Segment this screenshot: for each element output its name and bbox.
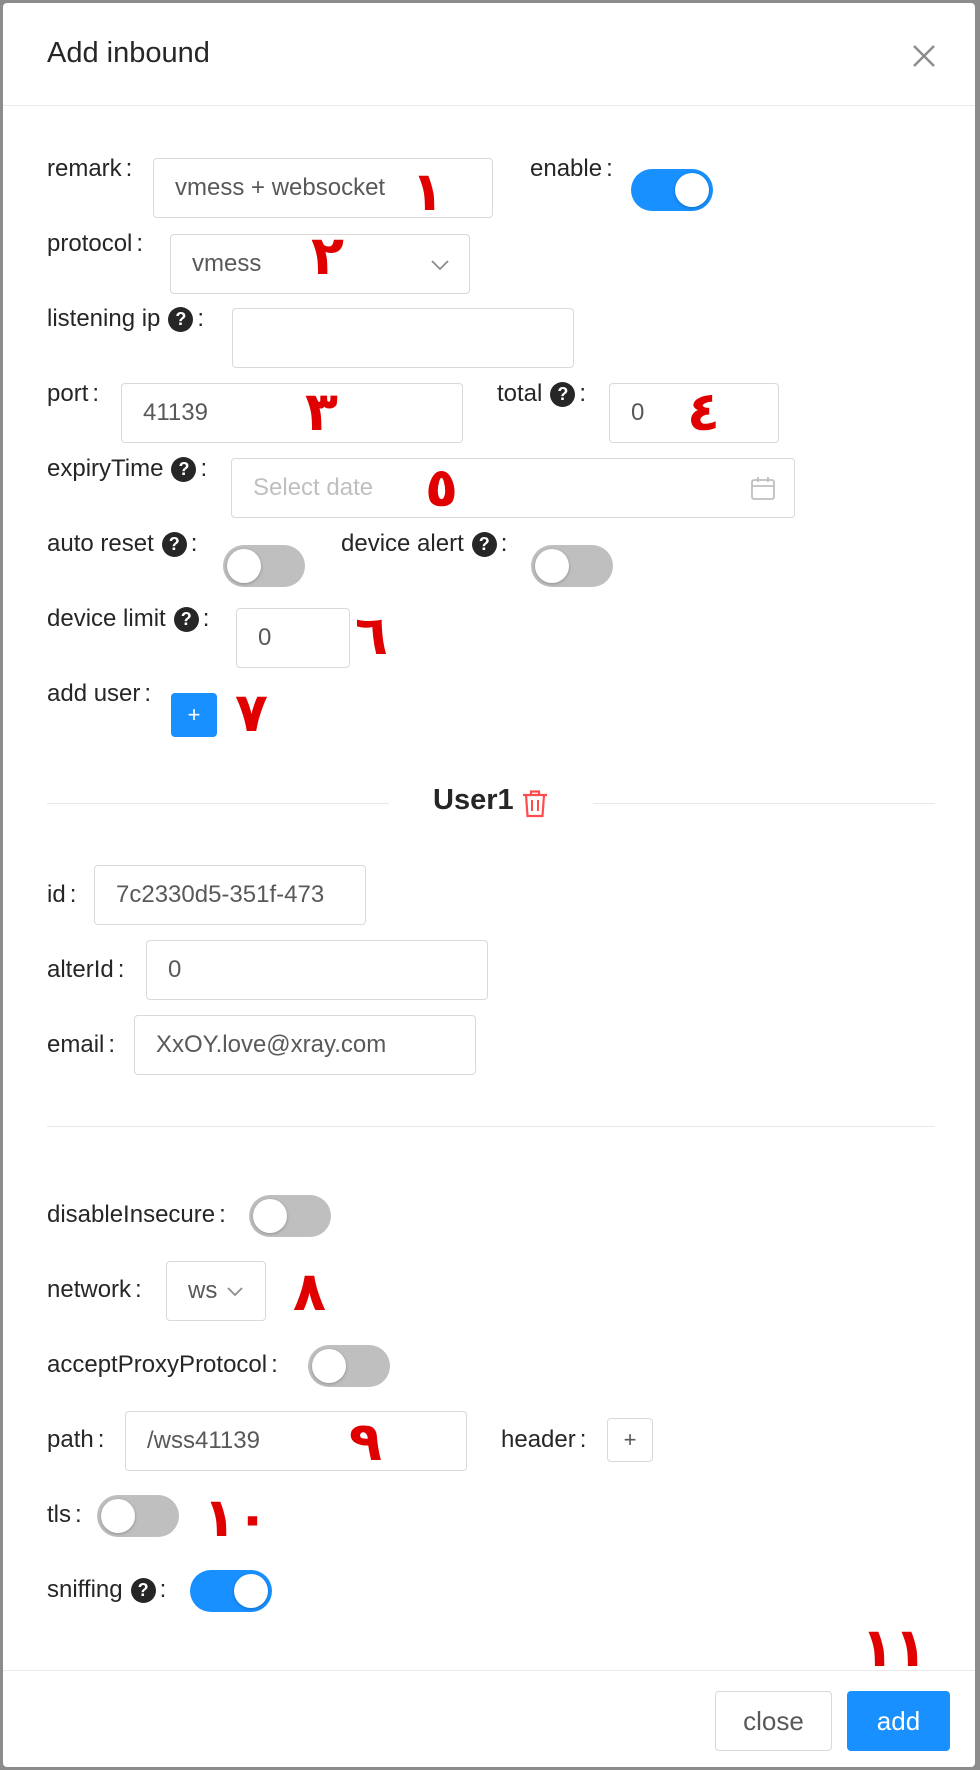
auto-reset-switch[interactable]	[223, 545, 305, 587]
add-inbound-modal: Add inbound remark: vmess + websocket en…	[3, 3, 975, 1767]
disable-insecure-switch[interactable]	[249, 1195, 331, 1237]
modal-header: Add inbound	[3, 3, 975, 106]
question-icon: ?	[550, 381, 576, 407]
close-icon[interactable]	[909, 41, 939, 71]
divider	[47, 1126, 935, 1127]
enable-label: enable:	[530, 155, 613, 182]
divider	[47, 803, 389, 804]
user-id-input[interactable]: 7c2330d5-351f-473	[94, 865, 366, 925]
accept-proxy-protocol-label: acceptProxyProtocol:	[47, 1351, 278, 1378]
question-icon: ?	[173, 606, 199, 632]
question-icon: ?	[171, 456, 197, 482]
listening-ip-label: listening ip?:	[47, 305, 205, 332]
alter-id-label: alterId:	[47, 956, 125, 983]
device-limit-input[interactable]: 0	[236, 608, 350, 668]
device-limit-label: device limit?:	[47, 605, 210, 632]
email-input[interactable]: XxOY.love@xray.com	[134, 1015, 476, 1075]
port-input[interactable]: 41139	[121, 383, 463, 443]
annotation-8: ٨	[293, 1260, 326, 1323]
user-section-title: User1	[433, 784, 514, 816]
port-label: port:	[47, 380, 100, 407]
id-label: id:	[47, 881, 77, 908]
question-icon: ?	[168, 306, 194, 332]
chevron-down-icon	[431, 260, 449, 271]
disable-insecure-label: disableInsecure:	[47, 1201, 226, 1228]
annotation-3: ٣	[305, 380, 338, 443]
annotation-6: ٦	[355, 604, 388, 667]
close-button[interactable]: close	[715, 1691, 832, 1751]
sniffing-label: sniffing?:	[47, 1576, 167, 1603]
question-icon: ?	[130, 1577, 156, 1603]
device-alert-label: device alert?:	[341, 530, 508, 557]
annotation-2: ٢	[311, 224, 344, 287]
email-label: email:	[47, 1031, 116, 1058]
total-label: total?:	[497, 380, 587, 407]
chevron-down-icon	[227, 1287, 243, 1297]
annotation-9: ٩	[349, 1410, 382, 1473]
delete-icon[interactable]	[521, 789, 549, 819]
question-icon: ?	[471, 531, 497, 557]
listening-ip-input[interactable]	[232, 308, 574, 368]
divider	[593, 803, 935, 804]
expiry-date-picker[interactable]: Select date	[231, 458, 795, 518]
network-label: network:	[47, 1276, 142, 1303]
device-alert-switch[interactable]	[531, 545, 613, 587]
annotation-1: ١	[411, 160, 444, 223]
add-button[interactable]: add	[847, 1691, 950, 1751]
sniffing-switch[interactable]	[190, 1570, 272, 1612]
question-icon: ?	[161, 531, 187, 557]
network-select[interactable]: ws	[166, 1261, 266, 1321]
enable-switch[interactable]	[631, 169, 713, 211]
tls-switch[interactable]	[97, 1495, 179, 1537]
annotation-7: ٧	[235, 681, 268, 744]
auto-reset-label: auto reset?:	[47, 530, 198, 557]
alter-id-input[interactable]: 0	[146, 940, 488, 1000]
header-label: header:	[501, 1426, 587, 1453]
modal-title: Add inbound	[47, 37, 210, 69]
add-user-button[interactable]: +	[171, 693, 217, 737]
protocol-label: protocol:	[47, 230, 144, 257]
annotation-5: ٥	[425, 456, 458, 519]
annotation-10: ١٠	[203, 1486, 269, 1549]
annotation-4: ٤	[687, 380, 720, 443]
path-label: path:	[47, 1426, 105, 1453]
accept-proxy-protocol-switch[interactable]	[308, 1345, 390, 1387]
path-input[interactable]: /wss41139	[125, 1411, 467, 1471]
expiry-time-label: expiryTime?:	[47, 455, 208, 482]
annotation-11: ١١	[861, 1616, 927, 1679]
remark-label: remark:	[47, 155, 133, 182]
add-header-button[interactable]: +	[607, 1418, 653, 1462]
add-user-label: add user:	[47, 680, 152, 707]
tls-label: tls:	[47, 1501, 82, 1528]
calendar-icon	[751, 477, 775, 500]
